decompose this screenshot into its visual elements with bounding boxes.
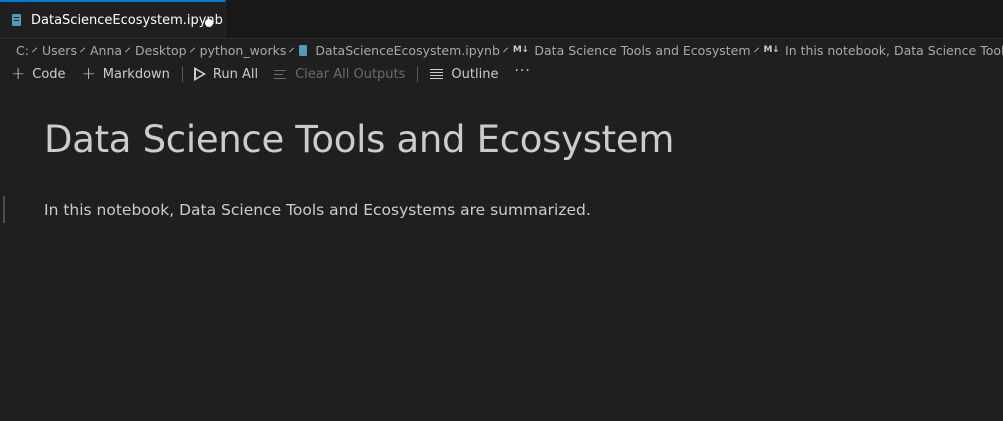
list-icon — [430, 69, 444, 80]
plus-icon: + — [11, 63, 26, 84]
outline-button[interactable]: Outline — [430, 67, 498, 82]
clear-all-icon — [274, 69, 288, 80]
add-markdown-label: Markdown — [102, 66, 170, 82]
tab-datascienceecosystem[interactable]: DataScienceEcosystem.ipynb — [0, 0, 226, 38]
breadcrumb-item-anna[interactable]: Anna — [90, 43, 122, 58]
run-all-label: Run All — [212, 66, 259, 82]
chevron-right-icon — [502, 47, 508, 53]
clear-all-outputs-button[interactable]: Clear All Outputs — [274, 67, 405, 82]
tab-bar: DataScienceEcosystem.ipynb — [0, 0, 1003, 39]
plus-icon: + — [81, 63, 96, 84]
breadcrumb-item-users[interactable]: Users — [42, 43, 77, 58]
chevron-right-icon — [189, 47, 195, 53]
breadcrumb-paragraph-label: In this notebook, Data Science Tools and… — [785, 42, 1003, 58]
breadcrumb-notebook-label: DataScienceEcosystem.ipynb — [315, 42, 500, 58]
breadcrumb-item-paragraph[interactable]: M↓ In this notebook, Data Science Tools … — [764, 43, 1003, 58]
clear-all-outputs-label: Clear All Outputs — [295, 66, 406, 82]
toolbar-divider — [417, 66, 419, 82]
notebook-icon — [12, 14, 21, 26]
cell-focus-indicator — [3, 196, 5, 223]
run-all-icon — [193, 67, 206, 81]
add-code-cell-button[interactable]: + Code — [11, 63, 66, 84]
add-code-label: Code — [32, 66, 66, 82]
unsaved-dot-icon[interactable] — [205, 19, 213, 27]
add-markdown-cell-button[interactable]: + Markdown — [81, 63, 170, 84]
notebook-icon — [299, 44, 308, 56]
breadcrumb-item-drive[interactable]: C: — [16, 43, 29, 58]
more-actions-icon[interactable]: ··· — [514, 63, 530, 79]
breadcrumb-item-notebook[interactable]: DataScienceEcosystem.ipynb — [299, 43, 500, 58]
breadcrumb-item-heading[interactable]: M↓ Data Science Tools and Ecosystem — [513, 43, 751, 58]
chevron-right-icon — [125, 47, 131, 53]
outline-label: Outline — [451, 66, 499, 82]
run-all-button[interactable]: Run All — [193, 66, 259, 82]
breadcrumb-heading-label: Data Science Tools and Ecosystem — [534, 42, 751, 58]
chevron-right-icon — [31, 47, 37, 53]
breadcrumb-item-python-works[interactable]: python_works — [200, 43, 287, 58]
breadcrumb-item-desktop[interactable]: Desktop — [135, 43, 187, 58]
markdown-cell-paragraph[interactable]: In this notebook, Data Science Tools and… — [44, 201, 591, 219]
notebook-toolbar: + Code + Markdown Run All Clear All Outp… — [0, 62, 1003, 86]
chevron-right-icon — [79, 47, 85, 53]
chevron-right-icon — [753, 47, 759, 53]
markdown-icon: M↓ — [763, 45, 780, 55]
tab-label: DataScienceEcosystem.ipynb — [31, 12, 223, 28]
markdown-icon: M↓ — [512, 45, 529, 55]
markdown-cell-heading[interactable]: Data Science Tools and Ecosystem — [44, 118, 674, 161]
toolbar-divider — [181, 66, 183, 82]
breadcrumb: C: Users Anna Desktop python_works DataS… — [0, 39, 1003, 61]
chevron-right-icon — [289, 47, 295, 53]
notebook-editor: DataScienceEcosystem.ipynb C: Users Anna… — [0, 0, 1003, 421]
